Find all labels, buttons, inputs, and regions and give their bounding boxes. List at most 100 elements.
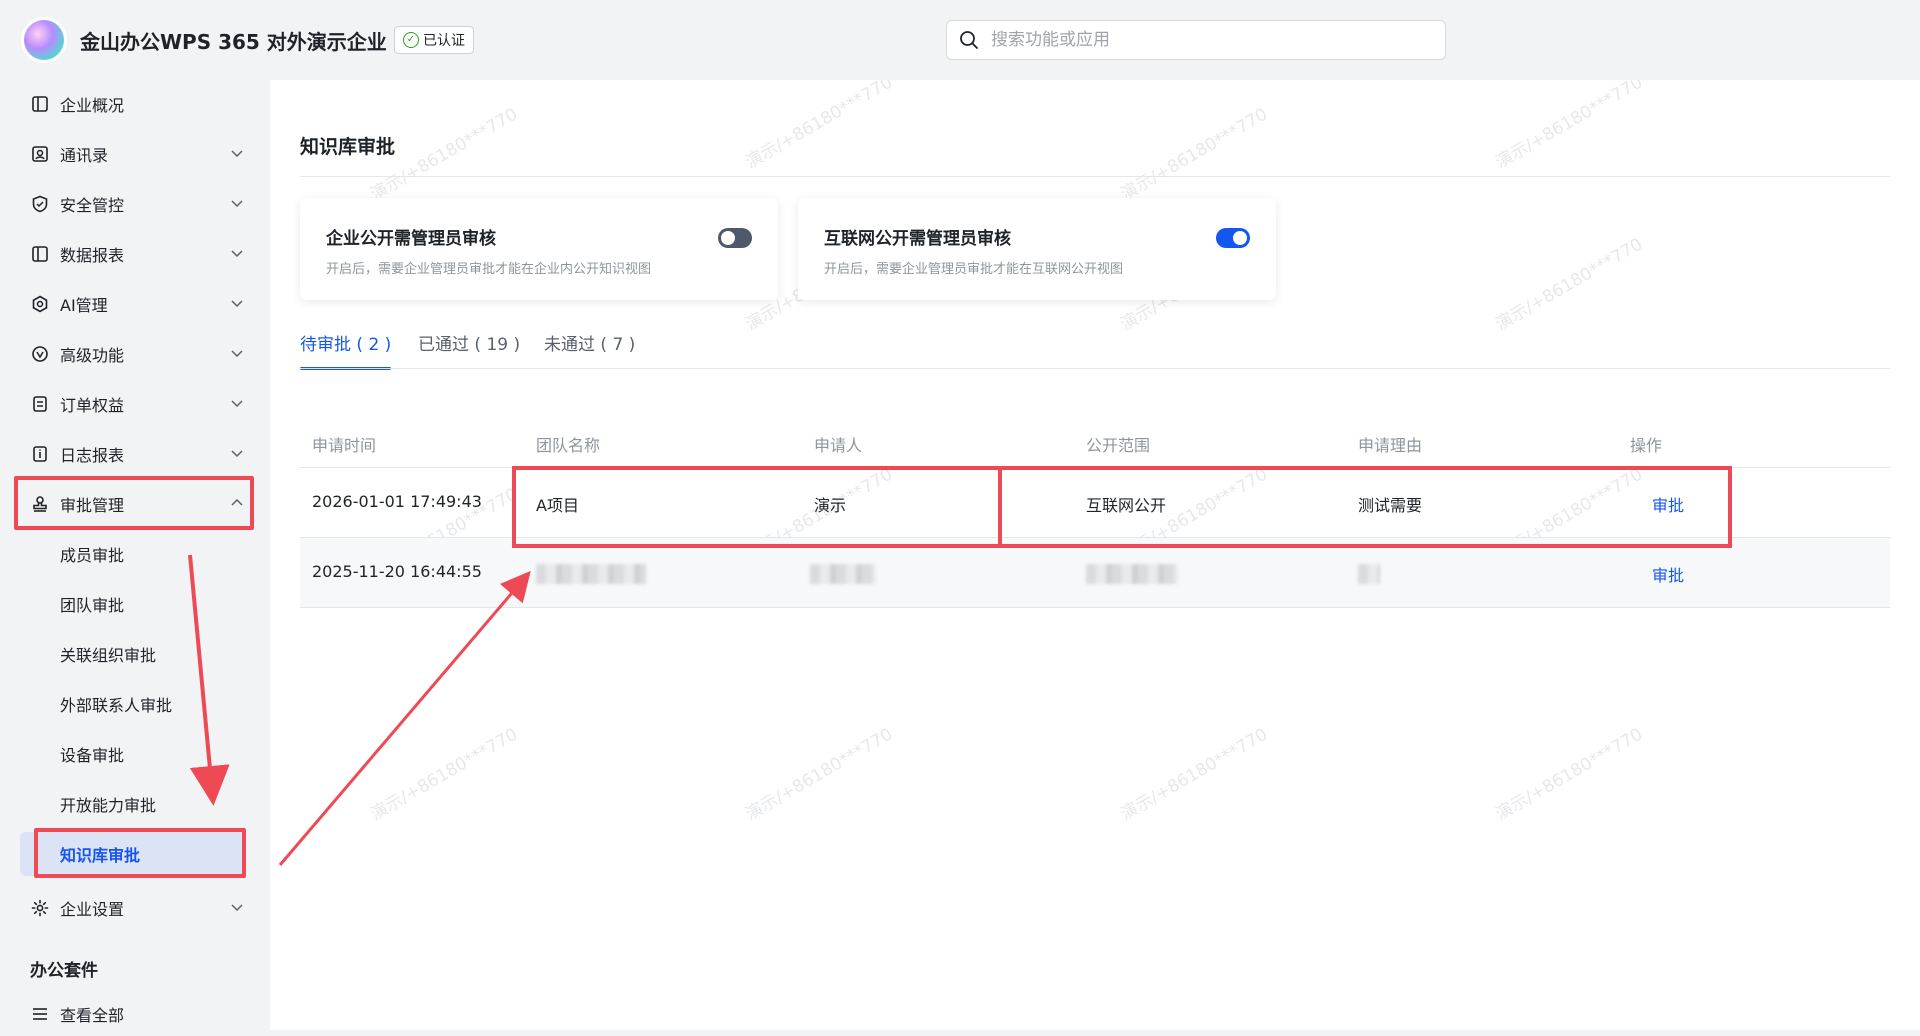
report-icon xyxy=(30,244,50,264)
book-icon xyxy=(30,94,50,114)
sidebar-subitem-open-capability-approval[interactable]: 开放能力审批 xyxy=(20,782,246,826)
watermark-text: 演示/+86180***770 xyxy=(742,80,897,173)
table-header: 申请时间 团队名称 申请人 公开范围 申请理由 操作 xyxy=(300,418,1890,468)
order-icon xyxy=(30,394,50,414)
page-title: 知识库审批 xyxy=(300,136,396,158)
sidebar-item-contacts[interactable]: 通讯录 xyxy=(16,132,254,176)
card-title: 互联网公开需管理员审核 xyxy=(824,229,1011,249)
card-title: 企业公开需管理员审核 xyxy=(326,229,496,249)
setting-card-internet-public: 互联网公开需管理员审核 开启后，需要企业管理员审批才能在互联网公开视图 xyxy=(798,198,1276,300)
chevron-up-icon xyxy=(231,498,243,506)
column-header-scope: 公开范围 xyxy=(1086,436,1151,455)
sidebar-item-ai[interactable]: AI管理 xyxy=(16,282,254,326)
stamp-icon xyxy=(30,494,50,514)
column-header-applicant: 申请人 xyxy=(814,436,863,455)
verified-label: 已认证 xyxy=(423,33,465,49)
sidebar-subitem-team-approval[interactable]: 团队审批 xyxy=(20,582,246,626)
redacted-scope xyxy=(1086,564,1178,584)
sidebar-item-data-reports[interactable]: 数据报表 xyxy=(16,232,254,276)
advanced-icon xyxy=(30,344,50,364)
sidebar-item-orders[interactable]: 订单权益 xyxy=(16,382,254,426)
column-header-time: 申请时间 xyxy=(312,436,377,455)
cell-reason: 测试需要 xyxy=(1358,496,1423,515)
sidebar-item-security[interactable]: 安全管控 xyxy=(16,182,254,226)
watermark-text: 演示/+86180***770 xyxy=(367,724,522,825)
watermark-text: 演示/+86180***770 xyxy=(1492,80,1647,173)
shield-icon xyxy=(30,194,50,214)
title-divider xyxy=(300,176,1890,177)
verified-check-icon: ✓ xyxy=(403,32,419,48)
card-description: 开启后，需要企业管理员审批才能在互联网公开视图 xyxy=(824,262,1124,277)
watermark-text: 演示/+86180***770 xyxy=(1117,104,1272,205)
ai-icon xyxy=(30,294,50,314)
sidebar-item-overview[interactable]: 企业概况 xyxy=(16,82,254,126)
org-name[interactable]: 金山办公WPS 365 对外演示企业 xyxy=(80,26,387,55)
verified-badge: ✓ 已认证 xyxy=(394,26,474,54)
watermark-text: 演示/+86180***770 xyxy=(742,724,897,825)
cell-time: 2026-01-01 17:49:43 xyxy=(312,492,482,511)
sidebar-subitem-org-approval[interactable]: 关联组织审批 xyxy=(20,632,246,676)
sidebar-item-label: 查看全部 xyxy=(60,1006,125,1025)
sidebar-item-label: 高级功能 xyxy=(60,346,125,365)
card-description: 开启后，需要企业管理员审批才能在企业内公开知识视图 xyxy=(326,262,652,277)
redacted-team xyxy=(536,564,646,584)
org-logo[interactable] xyxy=(24,20,64,60)
watermark-text: 演示/+86180***770 xyxy=(1492,234,1647,335)
chevron-down-icon xyxy=(231,400,243,408)
tab-rejected[interactable]: 未通过 ( 7 ) xyxy=(544,330,635,370)
sidebar-item-logs[interactable]: 日志报表 xyxy=(16,432,254,476)
approve-link[interactable]: 审批 xyxy=(1652,562,1684,586)
redacted-applicant xyxy=(810,564,876,584)
tabs-divider xyxy=(300,368,1890,369)
chevron-down-icon xyxy=(231,350,243,358)
chevron-down-icon xyxy=(231,150,243,158)
sidebar-subitem-device-approval[interactable]: 设备审批 xyxy=(20,732,246,776)
enterprise-public-toggle[interactable] xyxy=(718,228,752,248)
sidebar-item-label: 通讯录 xyxy=(60,146,109,165)
section-label-office-suite: 办公套件 xyxy=(30,961,98,981)
table-row: 2025-11-20 16:44:55 审批 xyxy=(300,538,1890,608)
menu-icon xyxy=(30,1004,50,1024)
approve-link[interactable]: 审批 xyxy=(1652,492,1684,516)
column-header-action: 操作 xyxy=(1630,436,1663,455)
sidebar-item-label: 日志报表 xyxy=(60,446,125,465)
sidebar-item-advanced[interactable]: 高级功能 xyxy=(16,332,254,376)
search-icon xyxy=(960,31,978,49)
cell-applicant: 演示 xyxy=(814,496,847,515)
chevron-down-icon xyxy=(231,904,243,912)
tab-approved[interactable]: 已通过 ( 19 ) xyxy=(418,330,520,370)
log-icon xyxy=(30,444,50,464)
sidebar-item-approvals[interactable]: 审批管理 xyxy=(16,482,254,526)
sidebar-subitem-member-approval[interactable]: 成员审批 xyxy=(20,532,246,576)
toggle-knob xyxy=(1233,231,1247,245)
sidebar-subitem-knowledge-approval[interactable]: 知识库审批 xyxy=(20,832,246,876)
watermark-text: 演示/+86180***770 xyxy=(1492,724,1647,825)
search-input[interactable] xyxy=(991,30,1431,50)
top-header: 金山办公WPS 365 对外演示企业 ✓ 已认证 xyxy=(0,0,1920,80)
contacts-icon xyxy=(30,144,50,164)
chevron-down-icon xyxy=(231,250,243,258)
main-content: 演示/+86180***770 演示/+86180***770 演示/+8618… xyxy=(270,80,1920,1030)
sidebar-subitem-external-contact-approval[interactable]: 外部联系人审批 xyxy=(20,682,246,726)
redacted-reason xyxy=(1358,564,1380,584)
chevron-down-icon xyxy=(231,200,243,208)
sidebar-item-label: 安全管控 xyxy=(60,196,125,215)
sidebar-item-settings[interactable]: 企业设置 xyxy=(16,886,254,930)
cell-scope: 互联网公开 xyxy=(1086,496,1167,515)
tab-pending[interactable]: 待审批 ( 2 ) xyxy=(300,330,392,370)
column-header-reason: 申请理由 xyxy=(1358,436,1423,455)
gear-icon xyxy=(30,898,50,918)
sidebar-item-label: 企业概况 xyxy=(60,96,125,115)
chevron-down-icon xyxy=(231,450,243,458)
search-box[interactable] xyxy=(946,20,1446,60)
column-header-team: 团队名称 xyxy=(536,436,601,455)
sidebar-item-label: AI管理 xyxy=(60,296,108,315)
toggle-knob xyxy=(721,231,735,245)
chevron-down-icon xyxy=(231,300,243,308)
sidebar-item-label: 审批管理 xyxy=(60,496,125,515)
watermark-text: 演示/+86180***770 xyxy=(1117,724,1272,825)
internet-public-toggle[interactable] xyxy=(1216,228,1250,248)
setting-card-enterprise-public: 企业公开需管理员审核 开启后，需要企业管理员审批才能在企业内公开知识视图 xyxy=(300,198,778,300)
sidebar-item-label: 数据报表 xyxy=(60,246,125,265)
sidebar-item-view-all[interactable]: 查看全部 xyxy=(16,992,254,1036)
